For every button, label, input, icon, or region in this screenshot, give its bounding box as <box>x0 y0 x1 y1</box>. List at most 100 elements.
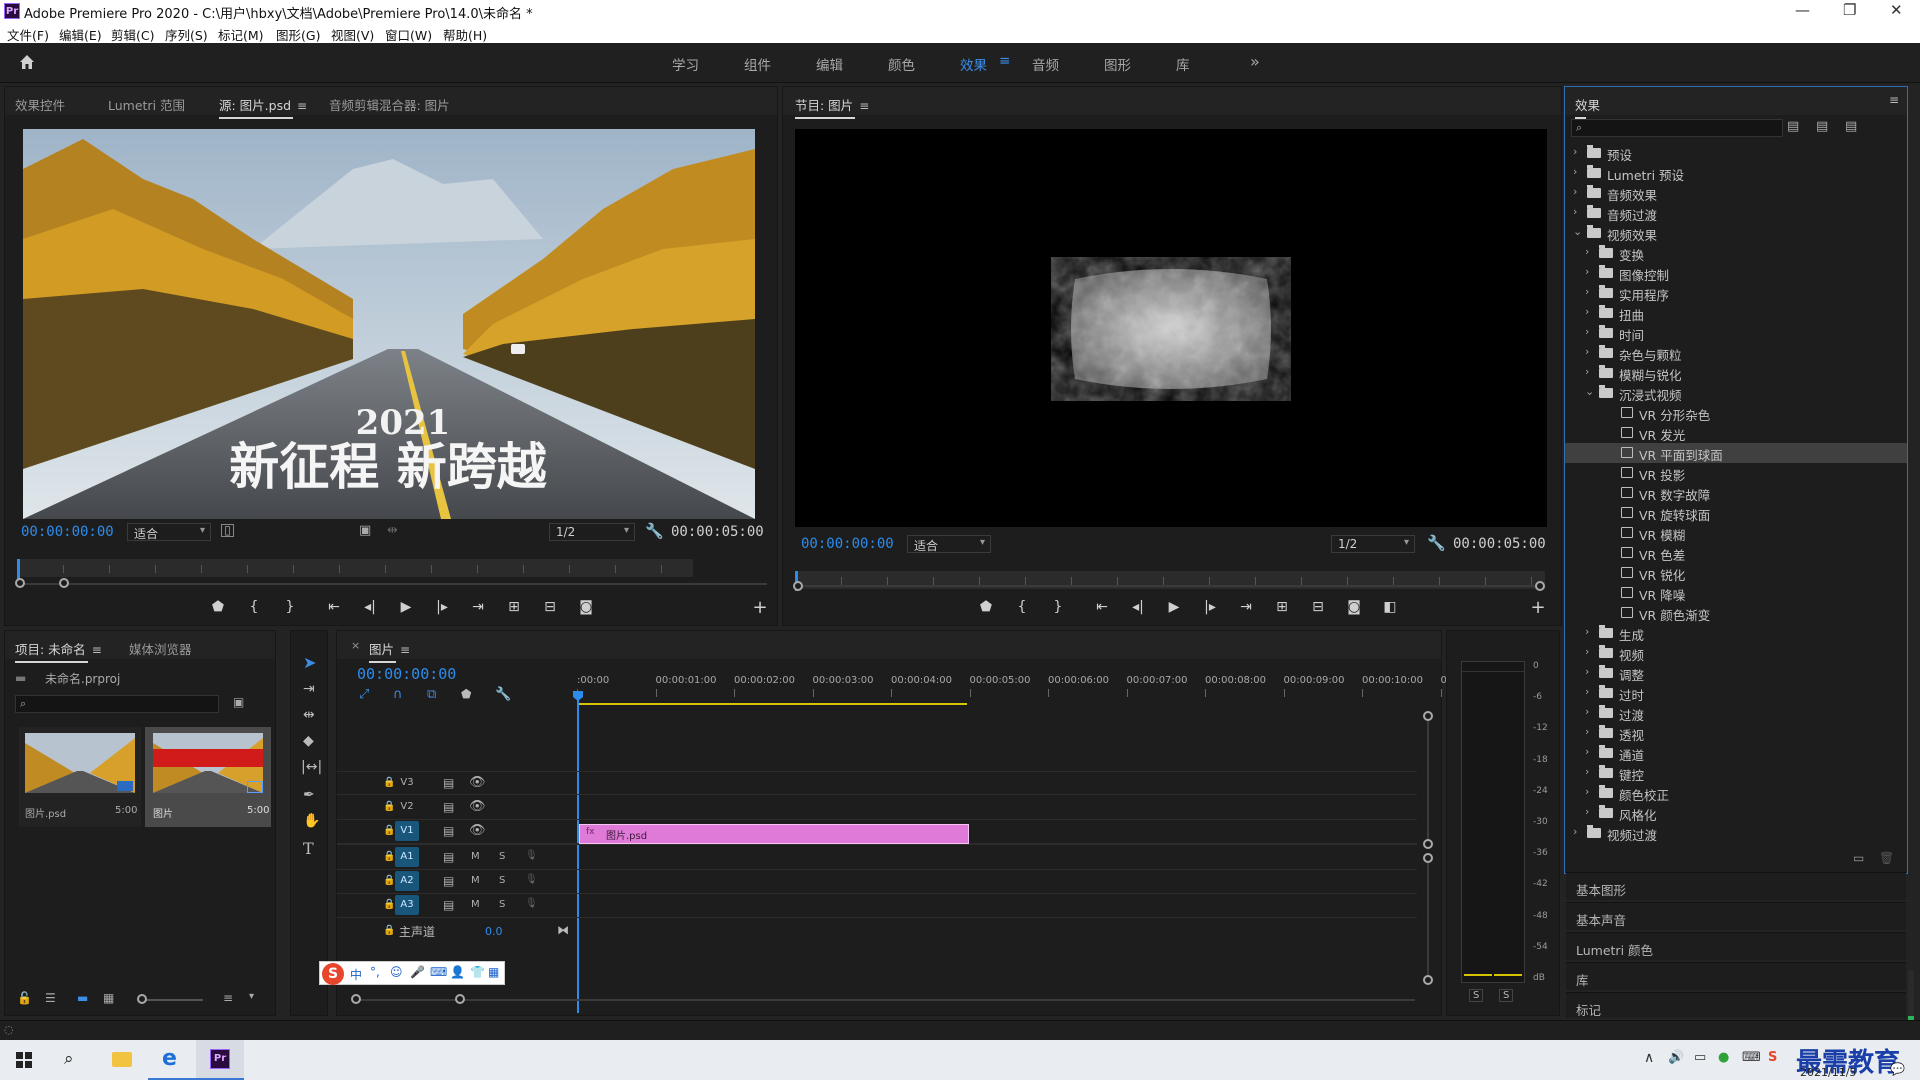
chevron-right-icon[interactable]: › <box>1585 625 1589 638</box>
effect-folder[interactable]: › 实用程序 <box>1565 283 1907 303</box>
freeform-view-icon[interactable]: ▦ <box>103 991 114 1005</box>
workspace-effects[interactable]: 效果 <box>960 54 987 74</box>
tab-menu-icon[interactable]: ≡ <box>400 643 410 657</box>
sync-lock-icon[interactable]: ▤ <box>443 776 454 790</box>
zoom-handle-right[interactable] <box>59 578 69 588</box>
chevron-right-icon[interactable]: › <box>1585 325 1589 338</box>
yuv-effects-icon[interactable]: ▤ <box>1845 119 1857 134</box>
workspace-libraries[interactable]: 库 <box>1176 54 1190 74</box>
wrench-icon[interactable]: 🔧 <box>1427 534 1446 552</box>
tab-menu-icon[interactable]: ≡ <box>859 99 869 113</box>
solo-right-button[interactable]: S <box>1499 989 1514 1002</box>
zoom-handle-right[interactable] <box>1535 581 1545 591</box>
tab-menu-icon[interactable]: ≡ <box>297 99 307 113</box>
mark-out-icon[interactable]: } <box>1047 599 1069 615</box>
track-select-tool-icon[interactable]: ⇥ <box>303 681 315 697</box>
master-volume-value[interactable]: 0.0 <box>485 925 503 938</box>
linked-selection-icon[interactable]: ⧉ <box>427 687 436 702</box>
work-area-bar[interactable] <box>577 703 967 705</box>
effect-folder[interactable]: › 时间 <box>1565 323 1907 343</box>
new-bin-icon[interactable]: ▣ <box>233 695 244 709</box>
effect-folder[interactable]: › 扭曲 <box>1565 303 1907 323</box>
effect-folder[interactable]: › 过时 <box>1565 683 1907 703</box>
list-view-icon[interactable]: ☰ <box>45 991 56 1005</box>
workspace-assembly[interactable]: 组件 <box>744 54 771 74</box>
safe-margins-icon[interactable]: ▣ <box>359 523 371 538</box>
effect-item[interactable]: VR 色差 <box>1565 543 1907 563</box>
audio-scroll-handle[interactable] <box>1423 975 1433 985</box>
play-icon[interactable]: ▶ <box>1163 599 1185 615</box>
lock-icon[interactable]: 🔒 <box>383 899 395 910</box>
add-marker-icon[interactable]: ⬟ <box>975 599 997 615</box>
project-search-input[interactable]: ⌕ <box>15 695 219 713</box>
menu-help[interactable]: 帮助(H) <box>443 25 487 44</box>
insert-icon[interactable]: ⇹ <box>387 523 398 538</box>
source-timecode[interactable]: 00:00:00:00 <box>21 524 114 540</box>
file-explorer-icon[interactable] <box>98 1040 146 1080</box>
go-to-out-icon[interactable]: ⇥ <box>467 599 489 615</box>
sync-lock-icon[interactable]: ▤ <box>443 824 454 838</box>
notification-icon[interactable]: 💬 <box>1890 1062 1905 1076</box>
program-timecode[interactable]: 00:00:00:00 <box>801 536 894 552</box>
track-label-v2[interactable]: V2 <box>395 797 419 817</box>
audio-scroll-track[interactable] <box>1427 863 1429 975</box>
program-resolution-select[interactable]: 1/2 ▾ <box>1331 535 1415 553</box>
lock-icon[interactable]: 🔒 <box>383 875 395 886</box>
extract-icon[interactable]: ⊟ <box>1307 599 1329 615</box>
tab-media-browser[interactable]: 媒体浏览器 <box>129 639 192 658</box>
new-bin-icon[interactable]: ▭ <box>1853 851 1864 865</box>
eye-icon[interactable]: 👁 <box>469 799 486 814</box>
add-button-icon[interactable]: + <box>749 597 771 618</box>
slider-handle[interactable] <box>137 994 147 1004</box>
tray-app-icon[interactable]: ● <box>1718 1050 1729 1065</box>
volume-icon[interactable]: 🔊 <box>1668 1050 1684 1065</box>
selection-tool-icon[interactable]: ➤ <box>303 653 316 672</box>
solo-button[interactable]: S <box>499 875 505 886</box>
panel-menu-icon[interactable]: ≡ <box>1889 93 1899 107</box>
compare-view-icon[interactable]: ◧ <box>1379 599 1401 615</box>
chevron-right-icon[interactable]: › <box>1585 805 1589 818</box>
chevron-down-icon[interactable]: ▾ <box>249 991 254 1002</box>
tab-project[interactable]: 项目: 未命名 ≡ <box>15 639 102 663</box>
chevron-right-icon[interactable]: › <box>1573 825 1577 838</box>
premiere-taskbar-icon[interactable]: Pr <box>196 1040 244 1080</box>
sync-lock-icon[interactable]: ▤ <box>443 800 454 814</box>
menu-marker[interactable]: 标记(M) <box>218 25 264 44</box>
close-icon[interactable]: ✕ <box>1890 1 1903 19</box>
pen-tool-icon[interactable]: ✒ <box>303 787 315 803</box>
punctuation-icon[interactable]: °, <box>370 965 380 979</box>
menu-sequence[interactable]: 序列(S) <box>165 25 208 44</box>
mark-in-icon[interactable]: { <box>243 599 265 615</box>
restore-icon[interactable]: ❐ <box>1843 1 1856 19</box>
keyboard-icon[interactable]: ⌨ <box>430 965 447 979</box>
track-label-v1[interactable]: V1 <box>395 821 419 841</box>
source-fit-select[interactable]: 适合 ▾ <box>127 523 211 541</box>
go-to-in-icon[interactable]: ⇤ <box>323 599 345 615</box>
step-forward-icon[interactable]: |▸ <box>1199 599 1221 615</box>
lift-icon[interactable]: ⊞ <box>1271 599 1293 615</box>
chevron-right-icon[interactable]: › <box>1585 705 1589 718</box>
effect-folder[interactable]: › 键控 <box>1565 763 1907 783</box>
effect-folder[interactable]: › 视频过渡 <box>1565 823 1907 843</box>
step-back-icon[interactable]: ◂| <box>359 599 381 615</box>
lumetri-color-panel[interactable]: Lumetri 颜色 <box>1566 932 1906 960</box>
effect-folder[interactable]: › 音频效果 <box>1565 183 1907 203</box>
sync-lock-icon[interactable]: ▤ <box>443 874 454 888</box>
tab-audio-clip-mixer[interactable]: 音频剪辑混合器: 图片 <box>329 95 450 114</box>
settings-toggle-icon[interactable]: ▯ <box>221 524 234 537</box>
menu-view[interactable]: 视图(V) <box>331 25 374 44</box>
menu-graphics[interactable]: 图形(G) <box>276 25 320 44</box>
effect-folder[interactable]: › 音频过渡 <box>1565 203 1907 223</box>
insert-clip-icon[interactable]: ⊞ <box>503 599 525 615</box>
timeline-timecode[interactable]: 00:00:00:00 <box>357 665 456 683</box>
chevron-right-icon[interactable]: › <box>1573 185 1577 198</box>
effect-item[interactable]: VR 发光 <box>1565 423 1907 443</box>
essential-graphics-panel[interactable]: 基本图形 <box>1566 872 1906 900</box>
effect-folder[interactable]: › 模糊与锐化 <box>1565 363 1907 383</box>
ime-language[interactable]: 中 <box>350 966 362 983</box>
sort-icon[interactable]: ≡ <box>223 991 233 1005</box>
zoom-handle-left[interactable] <box>15 578 25 588</box>
video-scroll-track[interactable] <box>1427 721 1429 841</box>
razor-tool-icon[interactable]: ◆ <box>303 733 314 749</box>
camera-icon[interactable]: ◙ <box>575 599 597 615</box>
